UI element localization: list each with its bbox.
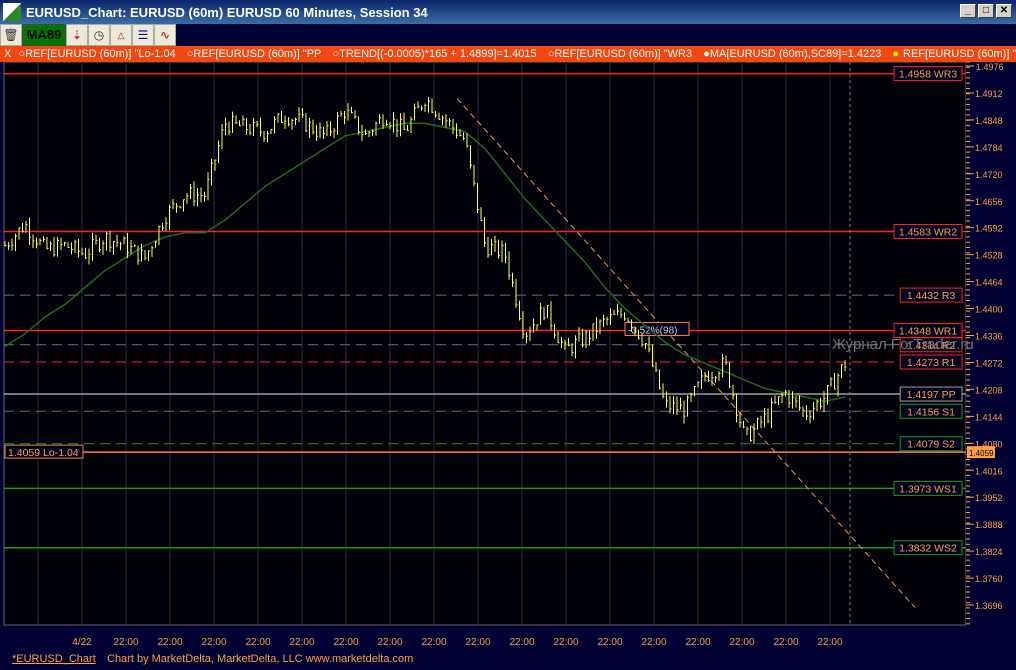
level-label: 1.4432 R3 <box>907 290 956 302</box>
y-tick-label: 1.3824 <box>975 547 1003 557</box>
clock-icon[interactable]: ◷ <box>88 24 110 46</box>
level-label: 1.4156 S1 <box>907 406 955 418</box>
y-tick-label: 1.4272 <box>975 358 1003 368</box>
chart-tab[interactable]: *EURUSD_Chart <box>12 648 96 670</box>
y-tick-label: 1.4720 <box>975 170 1003 180</box>
close-button[interactable]: ✕ <box>996 4 1012 18</box>
y-tick-label: 1.3696 <box>975 601 1003 611</box>
title-bar: EURUSD_Chart: EURUSD (60m) EURUSD 60 Min… <box>0 0 1016 24</box>
app-logo-icon <box>3 3 21 21</box>
level-label: 1.4273 R1 <box>907 357 956 369</box>
toolbar: 🗑 MA89 ⇣ ◷ △ ☰ ∿ <box>0 24 1016 46</box>
x-tick-label: 22:00 <box>641 637 666 648</box>
x-tick-label: 22:00 <box>245 637 270 648</box>
y-tick-label: 1.4336 <box>975 332 1003 342</box>
x-tick-label: 4/22 <box>72 637 92 648</box>
y-tick-label: 1.4528 <box>975 251 1003 261</box>
y-tick-label: 1.4848 <box>975 116 1003 126</box>
level-label: 1.3832 WS2 <box>899 543 957 555</box>
y-tick-label: 1.4784 <box>975 143 1003 153</box>
level-label: 1.3973 WS1 <box>899 483 957 495</box>
level-label: 1.4197 PP <box>907 389 956 401</box>
study-item[interactable]: ○REF[EURUSD (60m)] "WR3 <box>548 48 696 60</box>
y-tick-label: 1.4400 <box>975 305 1003 315</box>
minimize-button[interactable]: _ <box>960 4 976 18</box>
trash-icon[interactable]: 🗑 <box>0 24 22 46</box>
study-item[interactable]: ●REF[EURUSD (60m)] "Hi-26.11.20 <box>892 48 1016 60</box>
last-price-label: 1.4059 <box>969 449 994 458</box>
study-bar: X ○REF[EURUSD (60m)] "Lo-1.04 ○REF[EURUS… <box>0 46 1016 62</box>
wave-icon[interactable]: ∿ <box>154 24 176 46</box>
status-bar: *EURUSD_Chart Chart by MarketDelta, Mark… <box>0 648 1016 670</box>
x-tick-label: 22:00 <box>377 637 402 648</box>
y-tick-label: 1.4016 <box>975 466 1003 476</box>
y-tick-label: 1.4208 <box>975 385 1003 395</box>
x-tick-label: 22:00 <box>685 637 710 648</box>
y-tick-label: 1.4912 <box>975 89 1003 99</box>
y-tick-label: 1.4464 <box>975 278 1003 288</box>
maximize-button[interactable]: □ <box>978 4 994 18</box>
x-tick-label: 22:00 <box>465 637 490 648</box>
y-top-label: 1.4976 <box>976 62 1004 72</box>
price-chart[interactable]: 4/22 22:00 22:00 22:00 22:00 22:00 22:00 22:00 2… <box>0 62 1016 648</box>
y-tick-label: 1.3760 <box>975 574 1003 584</box>
watermark: Журнал ForTrader.ru <box>832 336 974 353</box>
study-bar-close[interactable]: X <box>4 48 11 60</box>
xyz-icon[interactable]: △ <box>110 24 132 46</box>
x-tick-label: 22:00 <box>157 637 182 648</box>
x-tick-label: 22:00 <box>773 637 798 648</box>
level-label: 1.4958 WR3 <box>899 69 958 81</box>
x-tick-label: 22:00 <box>817 637 842 648</box>
y-tick-label: 1.4592 <box>975 224 1003 234</box>
y-tick-label: 1.3888 <box>975 520 1003 530</box>
y-tick-label: 1.4656 <box>975 197 1003 207</box>
x-tick-label: 22:00 <box>421 637 446 648</box>
x-tick-label: 22:00 <box>729 637 754 648</box>
x-tick-label: 22:00 <box>113 637 138 648</box>
study-item[interactable]: ○TREND[(-0.0005)*165 + 1.4899]=1.4015 <box>332 48 540 60</box>
x-tick-label: 22:00 <box>333 637 358 648</box>
x-tick-label: 22:00 <box>289 637 314 648</box>
level-label: 1.4583 WR2 <box>899 226 958 238</box>
x-tick-label: 22:00 <box>597 637 622 648</box>
study-item[interactable]: ●MA[EURUSD (60m),SC89]=1.4223 <box>703 48 885 60</box>
study-item[interactable]: ○REF[EURUSD (60m)] "Lo-1.04 <box>18 48 179 60</box>
level-label: 1.4079 S2 <box>907 439 955 451</box>
ma89-button[interactable]: MA89 <box>22 24 66 46</box>
window-title: EURUSD_Chart: EURUSD (60m) EURUSD 60 Min… <box>26 4 428 20</box>
y-tick-label: 1.3952 <box>975 493 1003 503</box>
y-tick-label: 1.4144 <box>975 412 1003 422</box>
x-tick-label: 22:00 <box>509 637 534 648</box>
x-tick-label: 22:00 <box>553 637 578 648</box>
plot-area <box>3 62 967 626</box>
list-icon[interactable]: ☰ <box>132 24 154 46</box>
study-item[interactable]: ○REF[EURUSD (60m)] "PP <box>187 48 326 60</box>
credit-text: Chart by MarketDelta, MarketDelta, LLC w… <box>107 653 414 665</box>
low-label: 1.4059 Lo-1.04 <box>8 447 79 459</box>
x-tick-label: 22:00 <box>201 637 226 648</box>
import-icon[interactable]: ⇣ <box>66 24 88 46</box>
